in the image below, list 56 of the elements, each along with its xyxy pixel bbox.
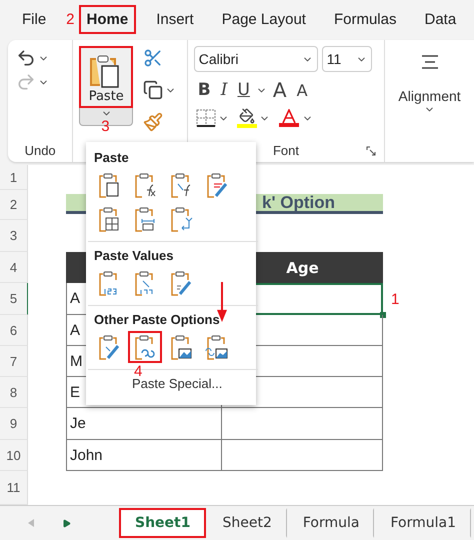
table-cell: John xyxy=(66,440,222,471)
font-color-icon xyxy=(278,109,300,127)
row-number: 3 xyxy=(0,220,28,252)
table-cell[interactable] xyxy=(222,408,383,440)
step-number: 3 xyxy=(101,118,110,135)
fill-color-icon xyxy=(236,108,257,128)
step-number: 1 xyxy=(391,290,400,308)
ribbon-tab[interactable]: Page Layout xyxy=(214,4,314,34)
align-center-icon xyxy=(420,54,439,70)
scissors-icon xyxy=(143,48,164,68)
sheet-tab[interactable]: Sheet2 xyxy=(206,508,287,538)
ribbon-tab[interactable]: Insert xyxy=(148,4,202,34)
underline-button[interactable]: U xyxy=(233,80,254,100)
clipboard-icon xyxy=(204,334,230,360)
dialog-launcher-icon[interactable] xyxy=(366,146,376,156)
table-cell[interactable] xyxy=(222,440,383,471)
row-number: 5 xyxy=(0,283,28,315)
ribbon-tab[interactable]: Formulas xyxy=(326,4,404,34)
sheet-tab[interactable]: Formula1 xyxy=(374,508,471,538)
grow-font-button[interactable]: A xyxy=(268,78,291,102)
row-number: 9 xyxy=(0,408,28,440)
ribbon-tab[interactable]: Data xyxy=(416,4,464,34)
group-label: Undo xyxy=(24,143,56,158)
sheet-tab[interactable]: Sheet1 xyxy=(119,508,206,538)
row-number: 2 xyxy=(0,190,28,220)
row-number: 8 xyxy=(0,377,28,408)
group-label: Font xyxy=(272,143,299,158)
section-title: Paste xyxy=(93,149,130,167)
row-number: 7 xyxy=(0,346,28,377)
row-number: 10 xyxy=(0,440,28,471)
row-number: 6 xyxy=(0,315,28,346)
group-label: Alignment xyxy=(398,88,461,104)
table-cell: Je xyxy=(66,408,222,440)
section-title: Paste Values xyxy=(93,247,174,265)
italic-button[interactable]: I xyxy=(216,80,232,100)
step-number: 4 xyxy=(134,363,142,380)
font-size: 11 xyxy=(326,51,342,67)
ribbon-tab[interactable]: Home xyxy=(78,4,136,34)
paintbrush-icon xyxy=(143,112,164,132)
row-number: 1 xyxy=(0,165,28,190)
undo-icon xyxy=(16,48,36,68)
font-size-field[interactable]: 11 xyxy=(322,46,372,72)
scroll-right-icon[interactable] xyxy=(62,518,71,528)
borders-icon xyxy=(196,109,216,127)
bold-button[interactable]: B xyxy=(194,80,215,100)
ribbon-tab[interactable]: File xyxy=(14,4,54,34)
paste-button[interactable]: Paste xyxy=(79,46,134,108)
step-number: 2 xyxy=(66,10,75,28)
shrink-font-button[interactable]: A xyxy=(292,80,312,100)
copy-icon xyxy=(143,80,164,100)
font-name: Calibri xyxy=(198,51,238,67)
sheet-tab[interactable]: Formula xyxy=(286,508,374,538)
redo-icon xyxy=(16,72,36,92)
font-name-field[interactable]: Calibri xyxy=(194,46,318,72)
row-number: 11 xyxy=(0,471,28,505)
row-number: 4 xyxy=(0,252,28,283)
